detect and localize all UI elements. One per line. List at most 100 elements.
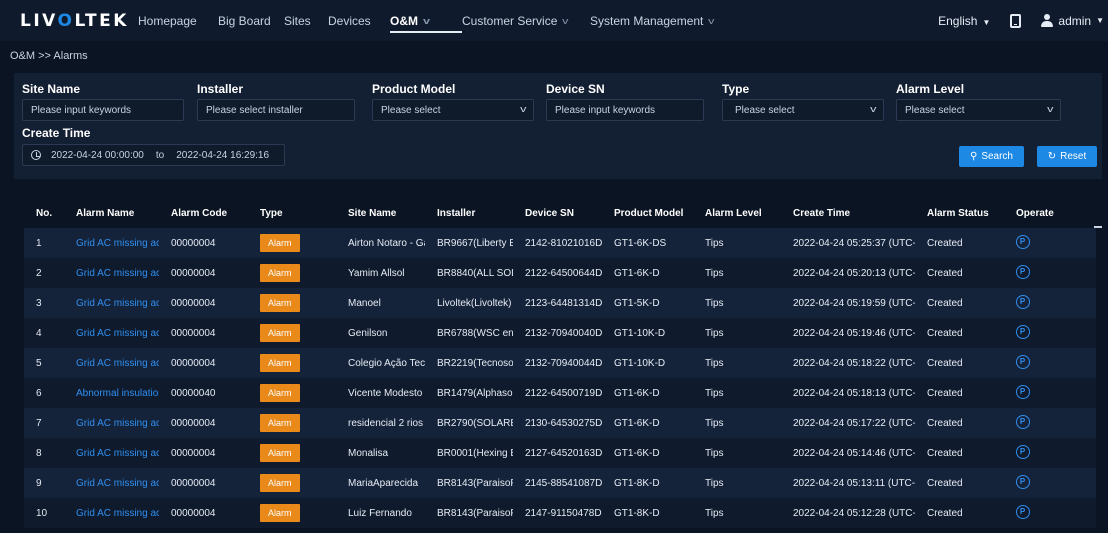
alarm-level-placeholder: Please select	[905, 104, 965, 116]
nav-item-o-m[interactable]: O&M v	[390, 0, 462, 41]
operate-icon[interactable]	[1016, 354, 1030, 369]
site-name-input[interactable]: Please input keywords	[22, 99, 184, 121]
installer-label: Installer	[197, 82, 244, 96]
column-header: Operate	[1004, 198, 1096, 228]
cell-no: 5	[24, 348, 64, 378]
cell-operate	[1004, 468, 1096, 498]
alarm-name-link[interactable]: Grid AC missing actio	[64, 228, 159, 258]
main-nav: Homepage Big Board Sites Devices O&M v Custome…	[138, 0, 740, 41]
refresh-icon: ↻	[1047, 151, 1057, 162]
alarm-name-link[interactable]: Grid AC missing actio	[64, 468, 159, 498]
operate-icon[interactable]	[1016, 504, 1030, 519]
cell-installer: Livoltek(Livoltek)	[425, 288, 513, 318]
nav-item-sites[interactable]: Sites	[284, 0, 328, 41]
nav-item-big-board[interactable]: Big Board	[218, 0, 284, 41]
operate-icon[interactable]	[1016, 324, 1030, 339]
cell-no: 2	[24, 258, 64, 288]
cell-level: Tips	[693, 348, 781, 378]
installer-placeholder: Please select installer	[206, 104, 303, 116]
cell-type: Alarm	[248, 228, 336, 258]
type-label: Type	[722, 82, 750, 96]
table-row: 5Grid AC missing actio00000004 Alarm Coleg…	[24, 348, 1096, 378]
nav-item-devices[interactable]: Devices	[328, 0, 390, 41]
table-row: 4Grid AC missing actio00000004 Alarm Genil…	[24, 318, 1096, 348]
cell-operate	[1004, 228, 1096, 258]
caret-down-icon: ▼	[1096, 16, 1104, 25]
cell-installer: BR9667(Liberty Ene	[425, 228, 513, 258]
operate-icon[interactable]	[1016, 474, 1030, 489]
scrollbar-handle[interactable]	[1094, 226, 1102, 228]
nav-item-customer-service[interactable]: Customer Service v	[462, 0, 590, 41]
alarms-table: No. Alarm Name Alarm Code Type Site Name Inst…	[24, 198, 1096, 528]
alarm-name-link[interactable]: Grid AC missing actio	[64, 498, 159, 528]
device-sn-placeholder: Please input keywords	[555, 104, 656, 116]
operate-icon[interactable]	[1016, 384, 1030, 399]
cell-installer: BR2790(SOLARE F	[425, 408, 513, 438]
installer-select[interactable]: Please select installer	[197, 99, 355, 121]
cell-no: 1	[24, 228, 64, 258]
cell-site: Genilson	[336, 318, 425, 348]
table-row: 10Grid AC missing actio00000004 Alarm Luiz…	[24, 498, 1096, 528]
type-placeholder: Please select	[735, 104, 795, 116]
cell-model: GT1-6K-D	[602, 258, 693, 288]
table-row: 9Grid AC missing actio00000004 Alarm Maria…	[24, 468, 1096, 498]
cell-level: Tips	[693, 228, 781, 258]
type-select[interactable]: Please select v	[722, 99, 884, 121]
cell-status: Created	[915, 408, 1004, 438]
operate-icon[interactable]	[1016, 264, 1030, 279]
cell-site: Colegio Ação Tecno	[336, 348, 425, 378]
cell-sn: 2132-70940044D	[513, 348, 602, 378]
cell-status: Created	[915, 378, 1004, 408]
operate-icon[interactable]	[1016, 234, 1030, 249]
alarm-level-select[interactable]: Please select v	[896, 99, 1061, 121]
chevron-down-icon: v	[562, 15, 569, 26]
device-sn-label: Device SN	[546, 82, 605, 96]
create-time-start: 2022-04-24 00:00:00	[51, 149, 144, 161]
cell-status: Created	[915, 498, 1004, 528]
alarm-name-link[interactable]: Grid AC missing actio	[64, 348, 159, 378]
create-time-range-picker[interactable]: 2022-04-24 00:00:00 to 2022-04-24 16:29:…	[22, 144, 285, 166]
cell-time: 2022-04-24 05:18:13 (UTC-03:	[781, 378, 915, 408]
alarm-name-link[interactable]: Grid AC missing actio	[64, 318, 159, 348]
column-header: Type	[248, 198, 336, 228]
alarm-name-link[interactable]: Grid AC missing actio	[64, 258, 159, 288]
cell-time: 2022-04-24 05:13:11 (UTC-03:	[781, 468, 915, 498]
nav-item-label: System Management	[590, 13, 704, 28]
user-menu[interactable]: admin ▼	[1041, 13, 1104, 28]
alarm-name-link[interactable]: Grid AC missing actio	[64, 408, 159, 438]
cell-sn: 2122-64500719D	[513, 378, 602, 408]
reset-button[interactable]: ↻ Reset	[1037, 146, 1097, 167]
site-name-label: Site Name	[22, 82, 81, 96]
cell-code: 00000004	[159, 258, 248, 288]
operate-icon[interactable]	[1016, 444, 1030, 459]
cell-model: GT1-6K-D	[602, 378, 693, 408]
cell-code: 00000004	[159, 468, 248, 498]
device-sn-input[interactable]: Please input keywords	[546, 99, 704, 121]
cell-type: Alarm	[248, 468, 336, 498]
product-model-select[interactable]: Please select v	[372, 99, 534, 121]
operate-icon[interactable]	[1016, 414, 1030, 429]
breadcrumb: O&M >> Alarms	[10, 50, 88, 62]
alarm-name-link[interactable]: Grid AC missing actio	[64, 438, 159, 468]
alarm-name-link[interactable]: Grid AC missing actio	[64, 288, 159, 318]
cell-sn: 2122-64500644D	[513, 258, 602, 288]
alarm-name-link[interactable]: Abnormal insulation i	[64, 378, 159, 408]
nav-item-homepage[interactable]: Homepage	[138, 0, 218, 41]
alarm-type-badge: Alarm	[260, 354, 300, 372]
alarm-type-badge: Alarm	[260, 234, 300, 252]
search-button[interactable]: ⚲ Search	[959, 146, 1024, 167]
operate-icon[interactable]	[1016, 294, 1030, 309]
caret-down-icon: ▼	[982, 17, 991, 27]
cell-installer: BR8143(ParaisoFot	[425, 498, 513, 528]
livoltek-logo[interactable]: LIVOLTEK	[0, 11, 138, 31]
cell-status: Created	[915, 228, 1004, 258]
cell-installer: BR1479(Alphasolar	[425, 378, 513, 408]
cell-sn: 2123-64481314D	[513, 288, 602, 318]
cell-type: Alarm	[248, 438, 336, 468]
cell-operate	[1004, 348, 1096, 378]
cell-sn: 2142-81021016D	[513, 228, 602, 258]
nav-item-system-management[interactable]: System Management v	[590, 0, 740, 41]
tablet-icon[interactable]	[1010, 13, 1022, 28]
cell-code: 00000004	[159, 318, 248, 348]
language-selector[interactable]: English ▼	[938, 14, 990, 28]
